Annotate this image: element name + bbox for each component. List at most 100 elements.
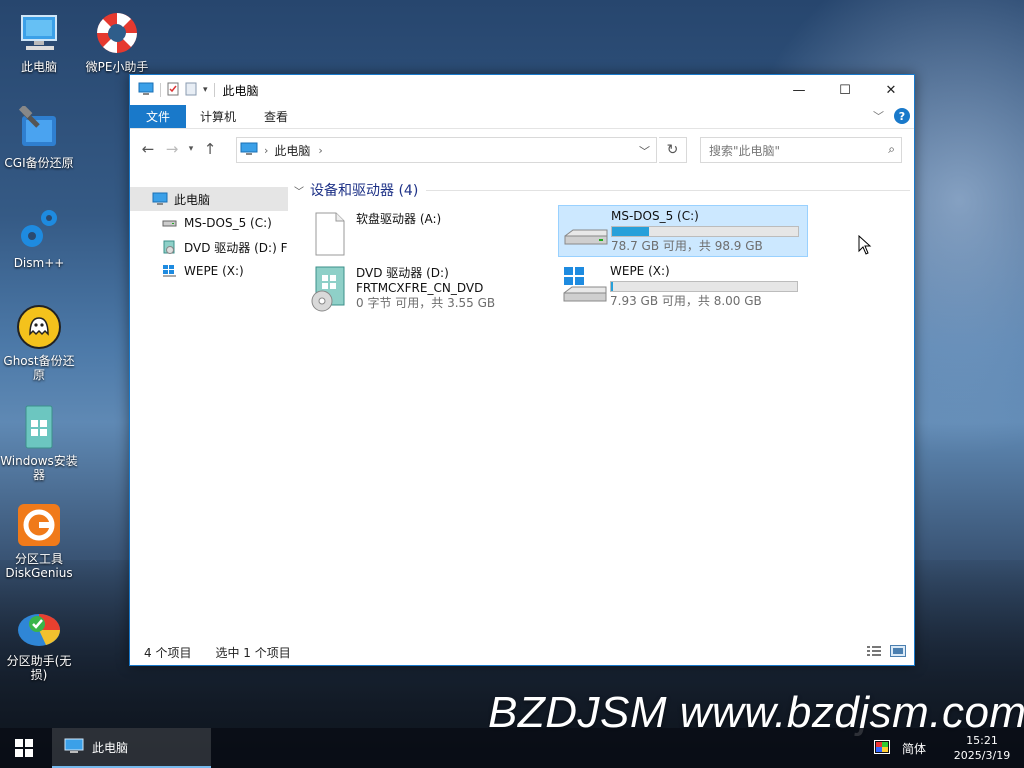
drive-name: WEPE (X:) (610, 264, 670, 278)
close-button[interactable]: ✕ (868, 75, 914, 105)
drive-usage-text: 78.7 GB 可用，共 98.9 GB (611, 239, 763, 253)
tab-computer[interactable]: 计算机 (186, 105, 250, 128)
search-box[interactable]: 搜索"此电脑" ⌕ (700, 137, 902, 163)
minimize-button[interactable]: — (776, 75, 822, 105)
breadcrumb-chevron-icon[interactable]: › (318, 144, 322, 157)
item-count: 4 个项目 (144, 645, 192, 660)
help-icon[interactable]: ? (894, 108, 910, 124)
toolbar-separator (213, 83, 215, 97)
address-dropdown-icon[interactable]: ﹀ (639, 143, 650, 159)
tab-file[interactable]: 文件 (130, 105, 187, 128)
collapse-chevron-icon[interactable]: ﹀ (294, 183, 304, 198)
start-button[interactable] (0, 728, 48, 768)
windows-drive-icon (162, 264, 178, 278)
clock-time: 15:21 (966, 734, 998, 747)
ribbon-tabs: 文件 计算机 查看 ﹀ ? (130, 105, 914, 129)
drive-name: 软盘驱动器 (A:) (356, 212, 442, 226)
desktop-icon-label: 微PE小助手 (85, 60, 149, 74)
navigation-bar: ← → ▾ ↑ › 此电脑 › ﹀ ↻ 搜索"此电脑" ⌕ (130, 129, 914, 169)
group-title: 设备和驱动器 (4) (310, 183, 419, 199)
desktop-icon-dism[interactable]: Dism++ (0, 206, 78, 270)
tree-item-this-pc[interactable]: 此电脑 (130, 187, 288, 211)
desktop-icon-label: Dism++ (13, 256, 65, 270)
desktop-icon-windows-installer[interactable]: Windows安装器 (0, 404, 78, 482)
search-input[interactable]: 搜索"此电脑" (709, 142, 780, 159)
search-icon[interactable]: ⌕ (888, 142, 895, 157)
desktop-icon-ghost[interactable]: Ghost备份还原 (0, 304, 78, 382)
clock-date: 2025/3/19 (953, 749, 1011, 762)
tree-item-drive-c[interactable]: MS-DOS_5 (C:) (130, 211, 288, 235)
content-pane: ﹀ 设备和驱动器 (4) 软盘驱动器 (A:) MS-DOS_5 (C:) 78… (294, 179, 910, 639)
mouse-cursor-icon (858, 234, 872, 258)
quick-access-toolbar: ▾ (130, 82, 215, 99)
tree-item-dvd-d[interactable]: DVD 驱动器 (D:) FR (130, 235, 288, 259)
windows-logo-icon (15, 739, 33, 757)
taskbar-item-this-pc[interactable]: 此电脑 (52, 728, 211, 768)
desktop-icon-cgi-backup[interactable]: CGI备份还原 (0, 104, 78, 170)
taskbar-item-label: 此电脑 (92, 740, 129, 755)
drive-tile-wepe-x[interactable]: WEPE (X:) 7.93 GB 可用，共 8.00 GB (558, 261, 808, 313)
tree-item-label: WEPE (X:) (184, 264, 244, 278)
toolbar-separator (160, 83, 161, 97)
hard-drive-icon (559, 206, 611, 256)
new-folder-icon[interactable] (185, 82, 197, 99)
desktop-icon-label: 分区工具DiskGenius (5, 552, 73, 580)
desktop-icon-wepe-helper[interactable]: 微PE小助手 (78, 10, 156, 74)
system-tray: 简体 15:21 2025/3/19 (873, 728, 1024, 768)
diskgenius-icon (16, 502, 62, 548)
lifebuoy-icon (94, 10, 140, 56)
customize-toolbar-icon[interactable]: ▾ (203, 85, 208, 95)
selection-count: 选中 1 个项目 (215, 645, 291, 660)
ghost-icon (16, 304, 62, 350)
desktop-icon-label: CGI备份还原 (4, 156, 74, 170)
hard-drive-icon (162, 216, 178, 230)
computer-icon (240, 142, 258, 159)
drive-tile-dvd-d[interactable]: DVD 驱动器 (D:) FRTMCXFRE_CN_DVD 0 字节 可用，共 … (304, 263, 554, 315)
details-view-icon[interactable] (866, 645, 882, 660)
drive-tile-ms-dos-c[interactable]: MS-DOS_5 (C:) 78.7 GB 可用，共 98.9 GB (558, 205, 808, 257)
ime-indicator[interactable]: 简体 (902, 740, 926, 757)
tab-view[interactable]: 查看 (250, 105, 302, 128)
display-color-icon[interactable] (873, 739, 890, 757)
partition-assistant-icon (16, 604, 62, 650)
forward-button[interactable]: → (160, 137, 184, 161)
desktop-icon-label: 分区助手(无损) (6, 654, 72, 682)
drive-usage-text: 7.93 GB 可用，共 8.00 GB (610, 294, 762, 308)
desktop-icon-this-pc[interactable]: 此电脑 (0, 10, 78, 74)
gear-icon (16, 206, 62, 252)
address-bar[interactable]: › 此电脑 › ﹀ (236, 137, 657, 163)
properties-icon[interactable] (167, 82, 179, 99)
maximize-button[interactable]: ☐ (822, 75, 868, 105)
dvd-drive-icon (304, 263, 356, 313)
up-button[interactable]: ↑ (198, 137, 222, 161)
windows-drive-icon (558, 261, 610, 311)
group-header-devices[interactable]: ﹀ 设备和驱动器 (4) (294, 179, 910, 201)
taskbar-clock[interactable]: 15:21 2025/3/19 (940, 733, 1024, 763)
explorer-window: ▾ 此电脑 — ☐ ✕ 文件 计算机 查看 ﹀ ? ← → ▾ ↑ › 此电脑 … (129, 74, 915, 666)
breadcrumb-separator-icon[interactable]: › (264, 144, 268, 157)
desktop-icon-diskgenius[interactable]: 分区工具DiskGenius (0, 502, 78, 580)
title-bar[interactable]: ▾ 此电脑 — ☐ ✕ (130, 75, 914, 105)
computer-icon (138, 82, 154, 99)
expand-ribbon-icon[interactable]: ﹀ (873, 108, 884, 124)
drive-tile-floppy-a[interactable]: 软盘驱动器 (A:) (304, 209, 554, 261)
status-bar: 4 个项目 选中 1 个项目 (130, 639, 914, 665)
floppy-drive-icon (304, 209, 356, 259)
drive-usage-fill (611, 282, 613, 291)
breadcrumb-this-pc[interactable]: 此电脑 (274, 142, 310, 159)
desktop-icon-label: Windows安装器 (0, 454, 78, 482)
windows-installer-icon (16, 404, 62, 450)
recent-locations-button[interactable]: ▾ (184, 137, 198, 161)
tree-item-label: DVD 驱动器 (D:) FR (184, 240, 288, 255)
dvd-drive-icon (162, 240, 178, 254)
desktop-icon-partition-assistant[interactable]: 分区助手(无损) (0, 604, 78, 682)
computer-icon (64, 738, 84, 757)
tree-item-wepe-x[interactable]: WEPE (X:) (130, 259, 288, 283)
large-icons-view-icon[interactable] (890, 645, 906, 660)
drive-volume-label: FRTMCXFRE_CN_DVD (356, 281, 484, 295)
drive-usage-fill (612, 227, 650, 236)
refresh-button[interactable]: ↻ (659, 137, 687, 163)
cgi-hammer-icon (16, 104, 62, 152)
back-button[interactable]: ← (136, 137, 160, 161)
desktop-icon-label: Ghost备份还原 (3, 354, 75, 382)
